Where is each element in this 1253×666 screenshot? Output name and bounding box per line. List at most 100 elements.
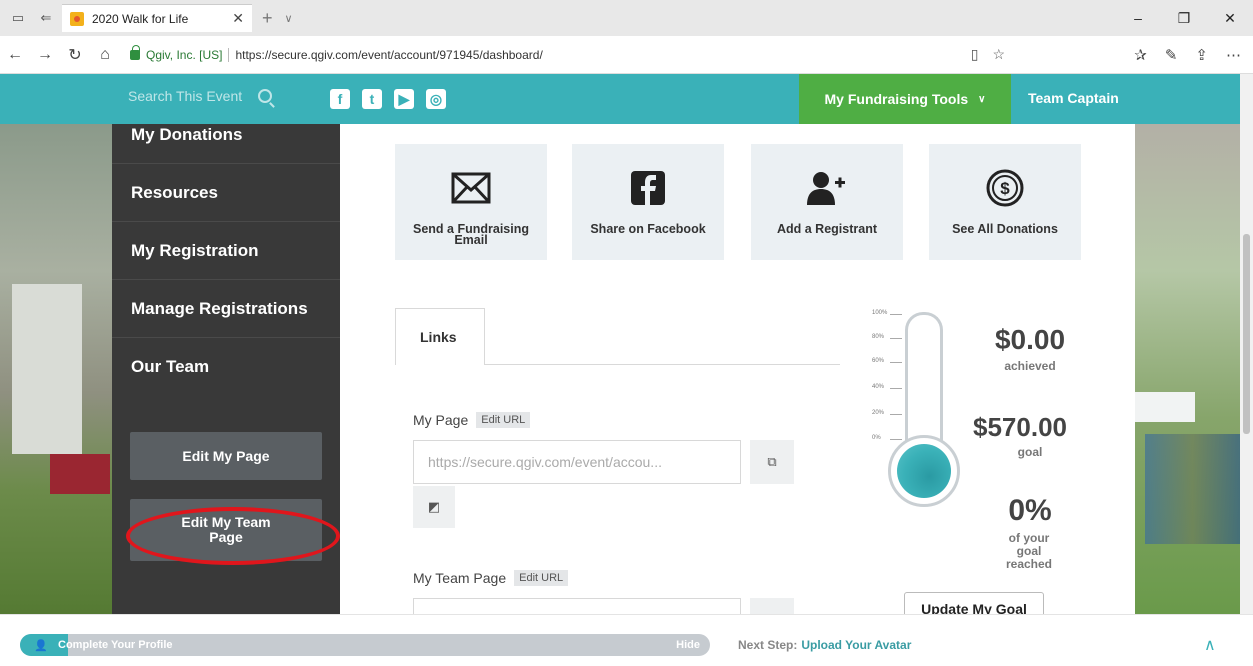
- url-separator: [228, 47, 230, 62]
- envelope-icon: [451, 170, 491, 206]
- edit-url-button[interactable]: Edit URL: [514, 570, 569, 586]
- edit-url-button[interactable]: Edit URL: [476, 412, 531, 428]
- search-input[interactable]: Search This Event: [128, 88, 242, 104]
- tab-links[interactable]: Links: [395, 308, 485, 365]
- page-scrollbar[interactable]: [1240, 74, 1253, 614]
- bottom-profile-bar: 👤 Complete Your Profile Hide Next Step: U…: [0, 614, 1253, 666]
- scale-label: 20%: [872, 410, 885, 416]
- sidebar-item-label: My Registration: [131, 240, 259, 260]
- tab-actions-icon[interactable]: ▭: [8, 8, 28, 28]
- hide-button[interactable]: Hide: [676, 639, 700, 651]
- minimize-icon[interactable]: –: [1115, 10, 1161, 27]
- facebook-icon: [631, 170, 665, 206]
- goal-amount: $570.00: [973, 412, 1067, 442]
- background-photo-right: [1135, 124, 1240, 614]
- user-icon: 👤: [34, 639, 48, 652]
- achieved-amount: $0.00: [994, 324, 1066, 355]
- tab-title: 2020 Walk for Life: [92, 11, 189, 26]
- window-controls: – ❐ ✕: [1115, 10, 1253, 27]
- sidebar-item-label: Manage Registrations: [131, 298, 308, 318]
- back-icon[interactable]: ←: [0, 46, 30, 64]
- open-link-icon[interactable]: ◩: [413, 486, 455, 528]
- scrollbar-thumb[interactable]: [1243, 234, 1250, 434]
- card-label: Share on Facebook: [590, 222, 706, 236]
- main-content: Send a Fundraising Email Share on Facebo…: [340, 124, 1135, 626]
- browser-tab[interactable]: 2020 Walk for Life ✕: [62, 4, 252, 32]
- chevron-down-icon: ∨: [978, 93, 986, 105]
- search-icon[interactable]: [258, 89, 273, 103]
- sidebar-item-label: My Donations: [131, 124, 243, 144]
- favorites-icon[interactable]: ✰: [1134, 46, 1147, 64]
- twitter-icon[interactable]: t: [362, 89, 382, 109]
- site-identity[interactable]: Qgiv, Inc. [US]: [146, 48, 222, 62]
- upload-avatar-link[interactable]: Upload Your Avatar: [801, 638, 911, 652]
- my-page-label: My Page: [413, 412, 469, 428]
- share-facebook-card[interactable]: Share on Facebook: [572, 144, 724, 260]
- home-icon[interactable]: ⌂: [90, 46, 120, 64]
- my-page-url-input[interactable]: https://secure.qgiv.com/event/accou...: [413, 440, 741, 484]
- more-icon[interactable]: ⋯: [1226, 46, 1241, 64]
- close-tab-icon[interactable]: ✕: [232, 10, 244, 27]
- sidebar-item-resources[interactable]: Resources: [112, 164, 340, 222]
- sidebar-item-label: Our Team: [131, 357, 210, 376]
- forward-icon[interactable]: →: [30, 46, 60, 64]
- card-label: Add a Registrant: [776, 222, 877, 236]
- highlight-circle: [126, 507, 340, 565]
- card-label: See All Donations: [952, 222, 1058, 236]
- sidebar-item-my-registration[interactable]: My Registration: [112, 222, 340, 280]
- background-photo-left: [0, 124, 112, 614]
- goal-label: goal: [1017, 445, 1043, 459]
- refresh-icon[interactable]: ↻: [60, 45, 90, 65]
- fundraising-tools-menu[interactable]: My Fundraising Tools ∨: [799, 74, 1011, 124]
- sidebar-item-label: Resources: [131, 182, 218, 202]
- tab-divider: [485, 364, 840, 365]
- event-search[interactable]: Search This Event: [128, 88, 273, 104]
- sidebar-item-manage-registrations[interactable]: Manage Registrations: [112, 280, 340, 338]
- copy-icon[interactable]: [750, 598, 794, 614]
- close-window-icon[interactable]: ✕: [1207, 10, 1253, 27]
- reading-view-icon[interactable]: ▯: [971, 46, 979, 63]
- my-team-page-field-label: My Team Page Edit URL: [413, 570, 569, 586]
- url-field[interactable]: Qgiv, Inc. [US] https://secure.qgiv.com/…: [130, 42, 1005, 68]
- browser-tab-bar: ▭ ⇐ 2020 Walk for Life ✕ + ∨ – ❐ ✕: [0, 0, 1253, 36]
- scale-label: 0%: [872, 435, 881, 441]
- dollar-circle-icon: $: [986, 169, 1024, 207]
- fundraising-tools-label: My Fundraising Tools: [824, 91, 969, 107]
- favicon-icon: [70, 11, 84, 26]
- add-user-icon: [807, 170, 847, 206]
- add-registrant-card[interactable]: Add a Registrant: [751, 144, 903, 260]
- see-all-donations-card[interactable]: $ See All Donations: [929, 144, 1081, 260]
- profile-progress-bar[interactable]: 👤 Complete Your Profile Hide: [20, 634, 710, 656]
- next-step-label: Next Step:: [738, 638, 798, 652]
- restore-icon[interactable]: ❐: [1161, 10, 1207, 27]
- sidebar-item-our-team[interactable]: Our Team: [112, 338, 340, 396]
- new-tab-icon[interactable]: +: [262, 8, 273, 29]
- copy-icon[interactable]: ⧉: [750, 440, 794, 484]
- pen-icon[interactable]: ✎: [1165, 46, 1178, 64]
- scale-label: 60%: [872, 358, 885, 364]
- sidebar-item-my-donations[interactable]: My Donations: [112, 106, 340, 164]
- goal-percent: 0%: [1008, 494, 1052, 527]
- complete-profile-text: Complete Your Profile: [58, 639, 173, 651]
- social-links: f t ▶ ◎: [330, 89, 446, 109]
- chevron-up-icon[interactable]: ∧: [1204, 635, 1216, 655]
- scale-label: 100%: [872, 310, 888, 316]
- team-captain-link[interactable]: Team Captain: [1028, 90, 1119, 106]
- lock-icon: [130, 44, 140, 60]
- achieved-label: achieved: [1004, 359, 1056, 373]
- scale-label: 80%: [872, 334, 885, 340]
- my-page-field-label: My Page Edit URL: [413, 412, 531, 428]
- url-text[interactable]: https://secure.qgiv.com/event/account/97…: [235, 48, 542, 62]
- send-email-card[interactable]: Send a Fundraising Email: [395, 144, 547, 260]
- favorite-star-icon[interactable]: ☆: [992, 46, 1005, 63]
- share-icon[interactable]: ⇪: [1195, 46, 1208, 64]
- edit-my-page-button[interactable]: Edit My Page: [130, 432, 322, 480]
- scale-label: 40%: [872, 384, 885, 390]
- chevron-down-icon[interactable]: ∨: [285, 12, 293, 25]
- goal-percent-label: of your goal reached: [1005, 531, 1053, 571]
- address-bar-row: ← → ↻ ⌂ Qgiv, Inc. [US] https://secure.q…: [0, 36, 1253, 74]
- instagram-icon[interactable]: ◎: [426, 89, 446, 109]
- tab-list-icon[interactable]: ⇐: [36, 8, 56, 28]
- next-step: Next Step: Upload Your Avatar: [738, 638, 911, 652]
- youtube-icon[interactable]: ▶: [394, 89, 414, 109]
